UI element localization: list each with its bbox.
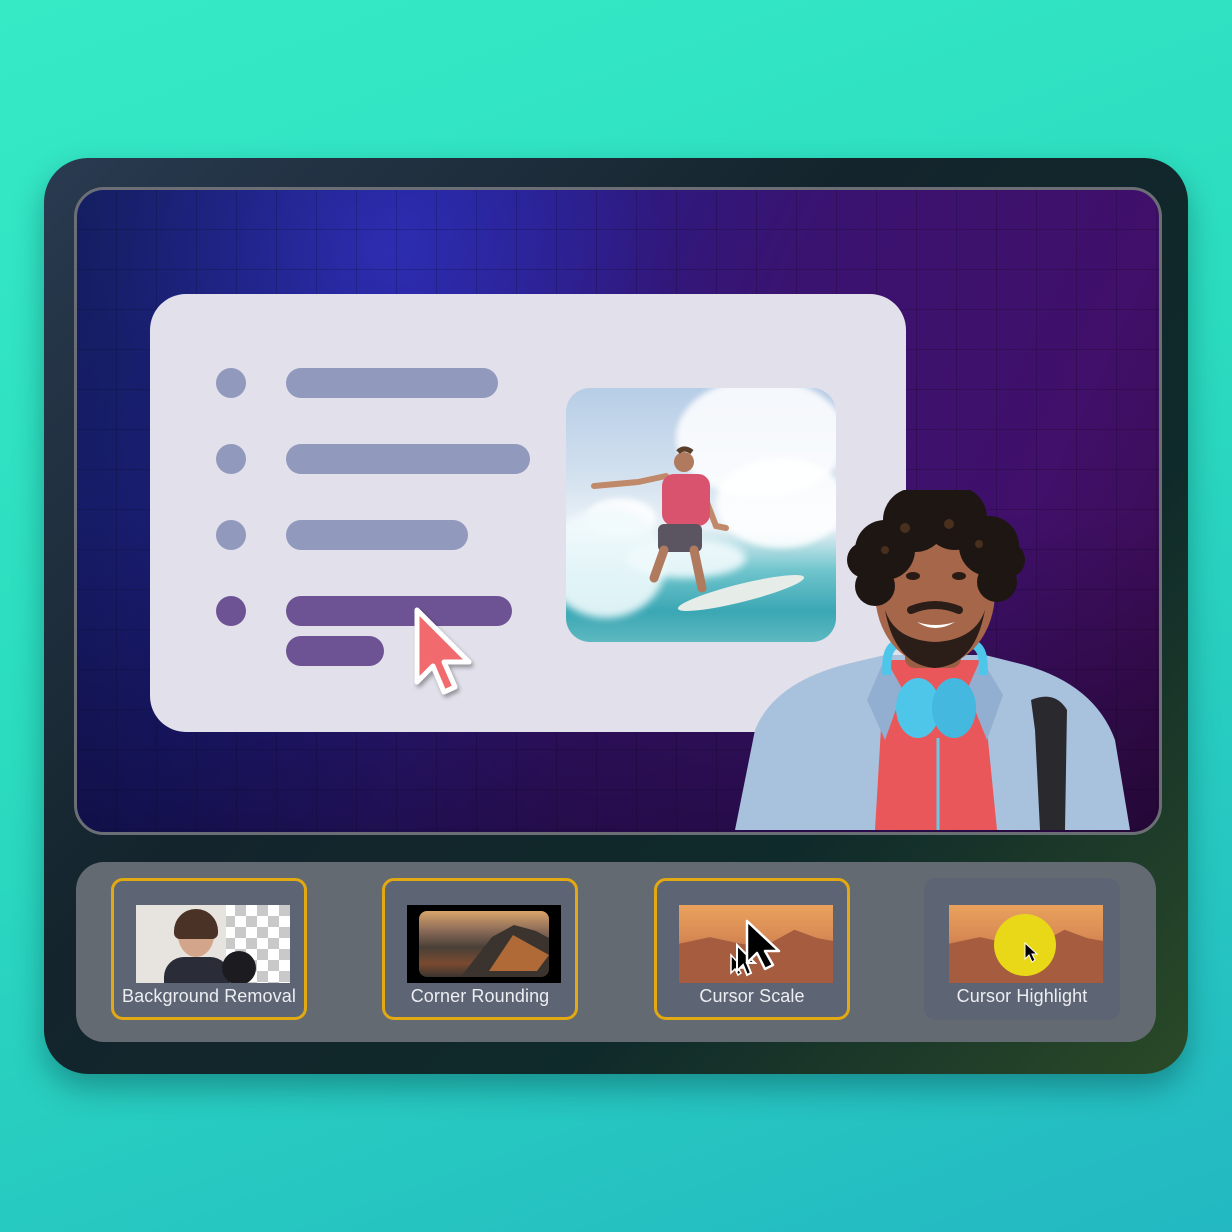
cursor-scale-icon [730,919,781,977]
presenter-webcam [735,490,1130,830]
background-removal-thumbnail [136,905,290,983]
list-bullet [216,520,246,550]
list-line[interactable] [286,444,530,474]
tool-label: Cursor Scale [699,986,805,1006]
list-line[interactable] [286,520,468,550]
cursor-highlight-thumbnail [949,905,1103,983]
tool-label: Background Removal [122,986,296,1006]
tool-label: Cursor Highlight [956,986,1088,1006]
corner-rounding-thumbnail [407,905,561,983]
effects-toolbar: Background Removal Corner Rounding Curso… [76,862,1156,1042]
list-bullet [216,444,246,474]
tool-background-removal[interactable]: Background Removal [111,878,307,1020]
tool-cursor-highlight[interactable]: Cursor Highlight [924,878,1120,1020]
pointer-arrow-icon [414,607,472,695]
list-line[interactable] [286,368,498,398]
cursor-icon [1024,941,1039,963]
list-bullet [216,368,246,398]
cursor-scale-thumbnail [679,905,833,983]
tool-label: Corner Rounding [410,986,550,1006]
list-bullet-selected [216,596,246,626]
list-line-selected[interactable] [286,636,384,666]
tool-corner-rounding[interactable]: Corner Rounding [382,878,578,1020]
tool-cursor-scale[interactable]: Cursor Scale [654,878,850,1020]
list-line-selected[interactable] [286,596,512,626]
